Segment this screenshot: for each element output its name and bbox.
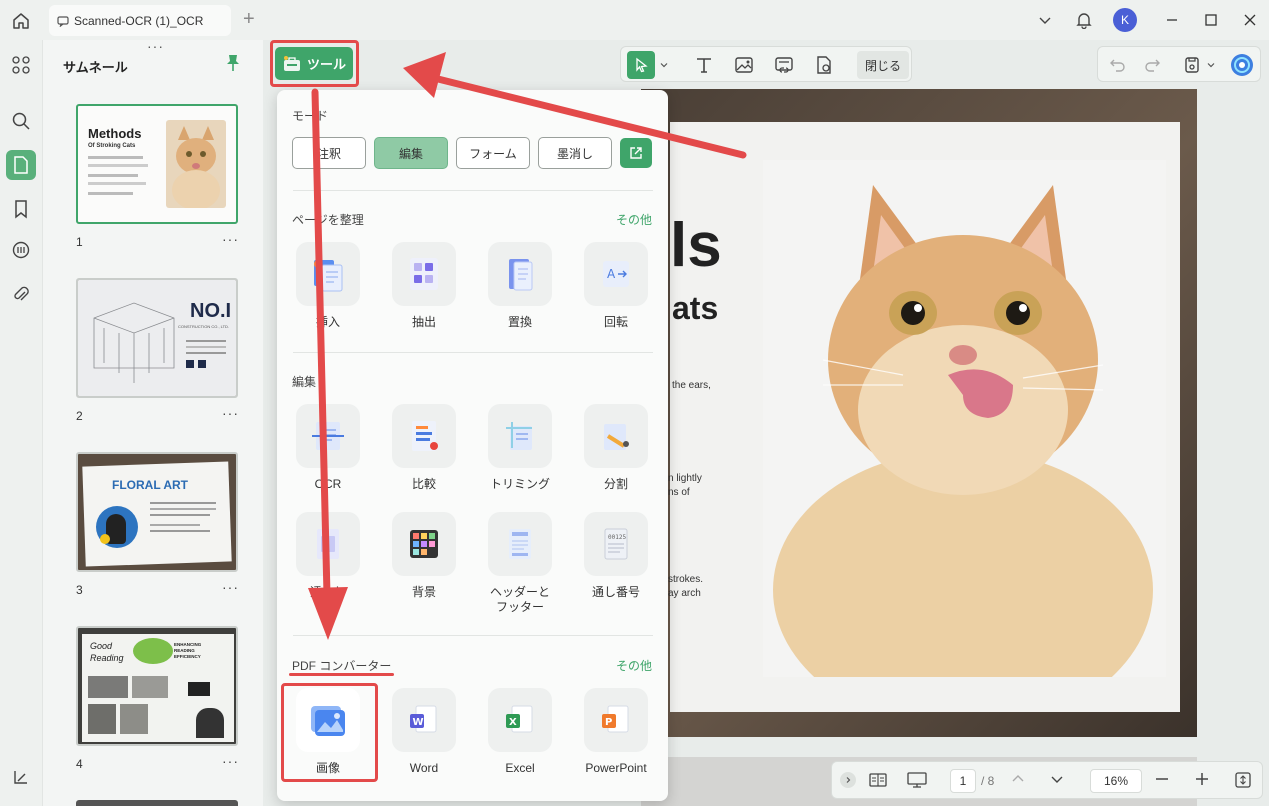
annotation-arrows [308,52,747,640]
